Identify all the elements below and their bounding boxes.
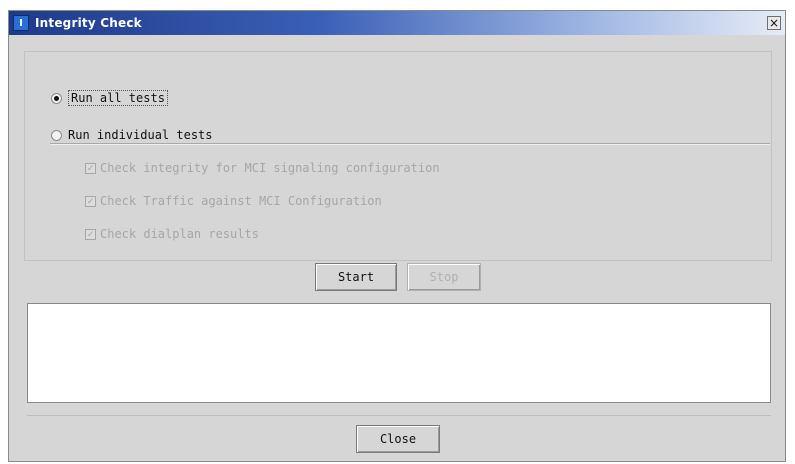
run-all-tests-radio[interactable] [51, 92, 62, 104]
results-output-area[interactable] [27, 303, 771, 403]
run-individual-tests-label[interactable]: Run individual tests [68, 128, 213, 142]
options-separator [50, 143, 770, 145]
check-dialplan-checkbox[interactable]: ✓ [85, 228, 96, 240]
check-dialplan-label: Check dialplan results [100, 227, 259, 241]
run-individual-tests-option[interactable]: Run individual tests [51, 128, 213, 142]
check-mci-signaling-option[interactable]: ✓ Check integrity for MCI signaling conf… [85, 161, 440, 175]
stop-button[interactable]: Stop [407, 263, 481, 291]
check-mci-signaling-checkbox[interactable]: ✓ [85, 162, 96, 174]
integrity-check-dialog: I Integrity Check × Run all tests Run in… [8, 10, 786, 462]
check-traffic-option[interactable]: ✓ Check Traffic against MCI Configuratio… [85, 194, 382, 208]
close-button[interactable]: Close [356, 425, 440, 453]
close-window-button[interactable]: × [767, 16, 781, 30]
run-all-tests-label[interactable]: Run all tests [68, 90, 168, 106]
check-dialplan-option[interactable]: ✓ Check dialplan results [85, 227, 259, 241]
check-traffic-label: Check Traffic against MCI Configuration [100, 194, 382, 208]
check-mci-signaling-label: Check integrity for MCI signaling config… [100, 161, 440, 175]
run-individual-tests-radio[interactable] [51, 129, 62, 141]
start-button[interactable]: Start [315, 263, 397, 291]
title-bar[interactable]: I Integrity Check × [9, 11, 785, 35]
app-icon: I [13, 15, 29, 31]
run-all-tests-option[interactable]: Run all tests [51, 90, 168, 106]
check-traffic-checkbox[interactable]: ✓ [85, 195, 96, 207]
test-options-panel: Run all tests Run individual tests ✓ Che… [24, 51, 772, 261]
bottom-separator [27, 415, 771, 416]
window-title: Integrity Check [35, 16, 142, 30]
